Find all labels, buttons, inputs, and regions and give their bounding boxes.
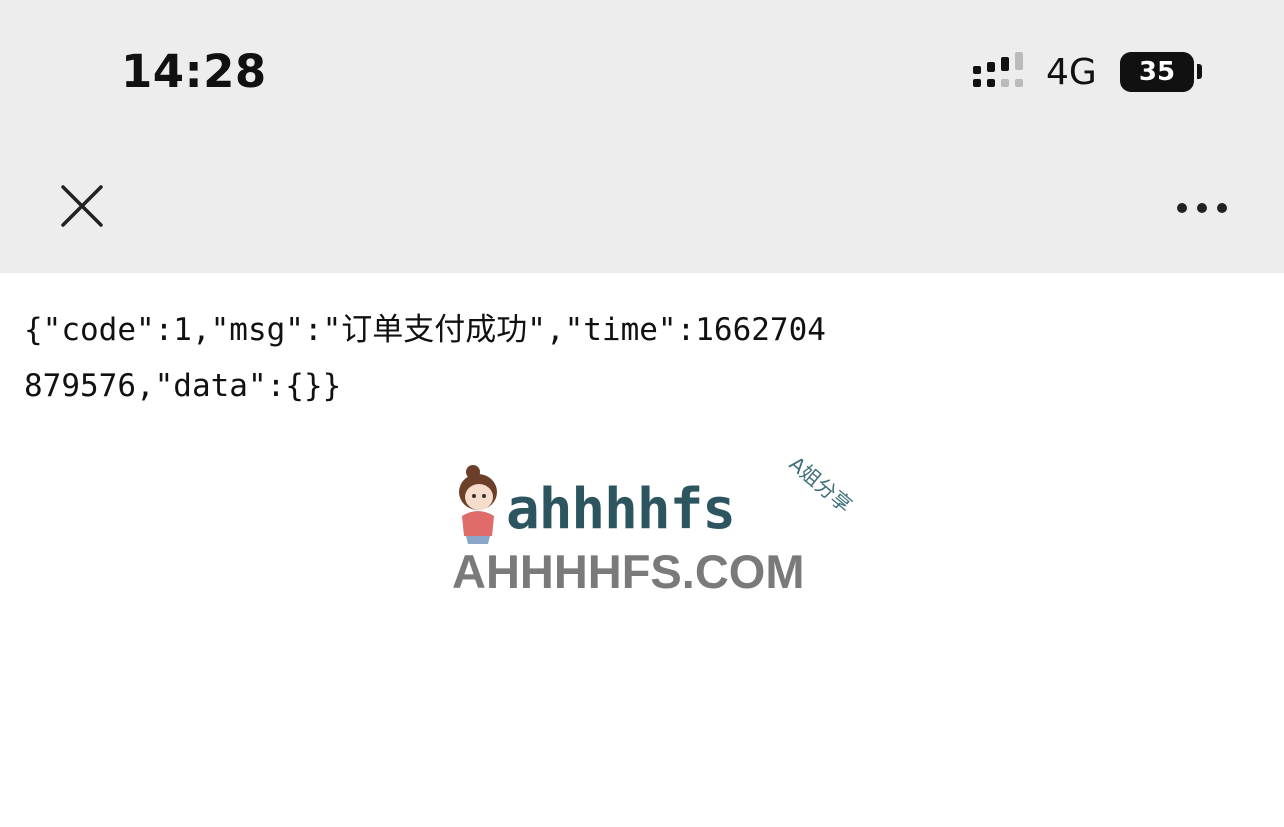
more-horizontal-icon[interactable] <box>1172 194 1232 222</box>
close-icon[interactable] <box>58 182 106 230</box>
logo-text: ahhhhfs <box>506 477 735 542</box>
battery-indicator: 35 <box>1120 52 1194 92</box>
json-response-text: {"code":1,"msg":"订单支付成功","time":16627048… <box>24 312 826 404</box>
site-domain: AHHHHFS.COM <box>452 545 804 596</box>
mascot-figure <box>459 465 497 544</box>
cellular-signal-icon <box>973 52 1023 87</box>
battery-tip <box>1197 64 1202 79</box>
status-time: 14:28 <box>121 45 267 98</box>
network-label: 4G <box>1046 52 1097 93</box>
top-bar <box>0 0 1284 273</box>
logo-tag: A姐分享 <box>785 451 857 517</box>
watermark-logo: ahhhhfs A姐分享 AHHHHFS.COM <box>452 451 857 596</box>
